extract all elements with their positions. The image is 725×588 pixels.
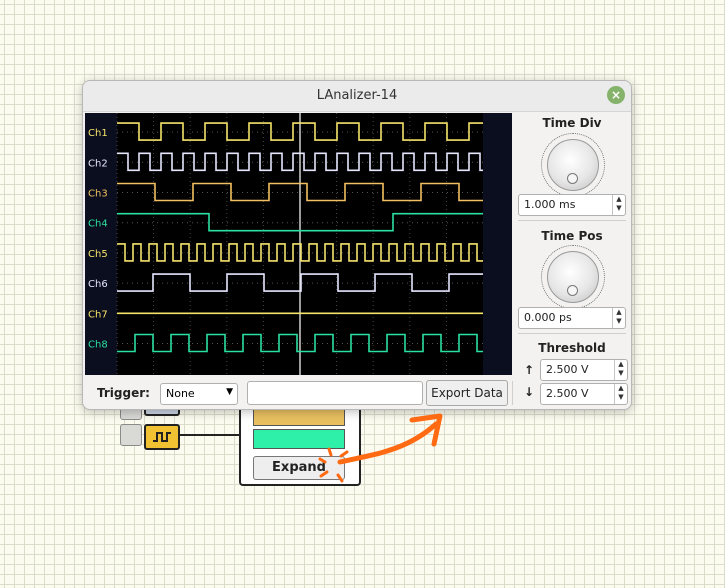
annotation-arrow-icon xyxy=(318,413,443,483)
